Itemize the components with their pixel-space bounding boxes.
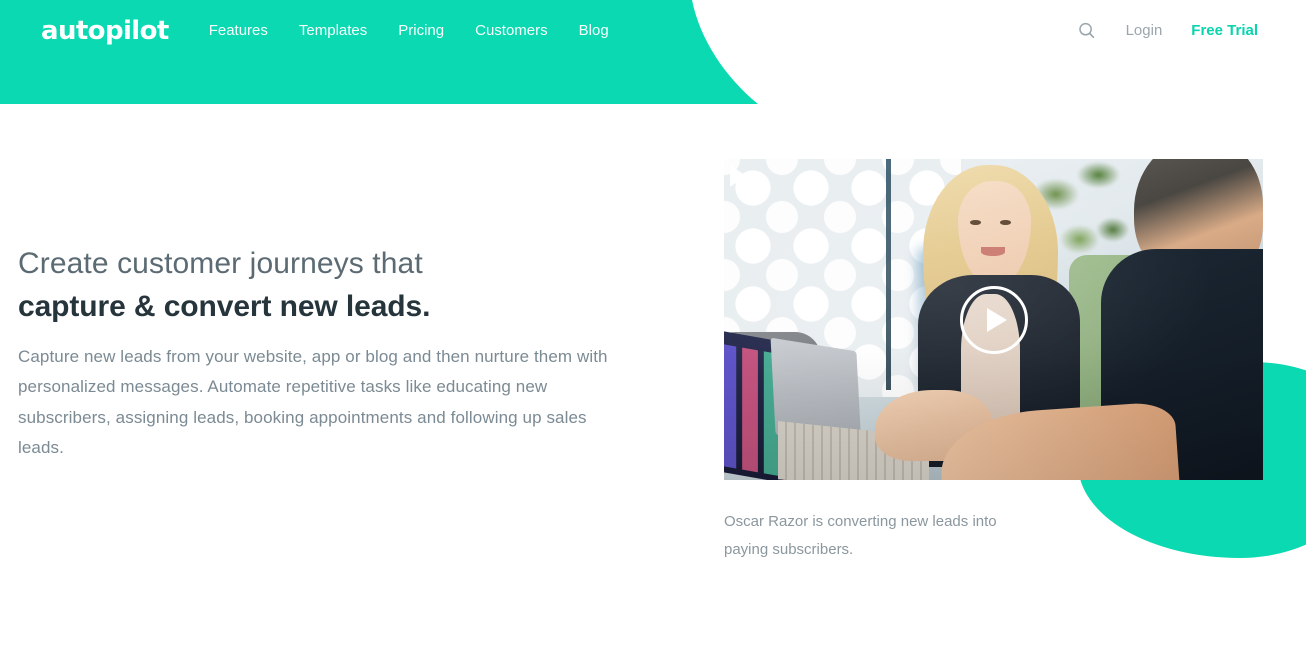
hero-video: [724, 159, 1263, 480]
hero-headline-line-1: Create customer journeys that: [18, 247, 423, 280]
nav-link-customers[interactable]: Customers: [475, 23, 548, 38]
nav-link-pricing[interactable]: Pricing: [398, 23, 444, 38]
primary-nav: Features Templates Pricing Customers Blo…: [209, 23, 609, 38]
video-thumbnail[interactable]: [724, 159, 1263, 480]
login-link[interactable]: Login: [1126, 23, 1163, 38]
header-actions: Login Free Trial: [1077, 21, 1258, 41]
play-icon: [986, 307, 1007, 332]
play-button[interactable]: [959, 285, 1028, 354]
landing-page: autopilot Features Templates Pricing Cus…: [0, 0, 1306, 654]
nav-link-blog[interactable]: Blog: [579, 23, 609, 38]
corner-play-icon: [730, 165, 746, 187]
video-caption: Oscar Razor is converting new leads into…: [724, 513, 997, 558]
hero-text-column: Create customer journeys that capture & …: [18, 243, 638, 463]
search-icon[interactable]: [1077, 21, 1097, 41]
logo[interactable]: autopilot: [41, 18, 169, 44]
free-trial-link[interactable]: Free Trial: [1191, 23, 1258, 38]
nav-link-features[interactable]: Features: [209, 23, 268, 38]
nav-link-templates[interactable]: Templates: [299, 23, 367, 38]
hero-body-text: Capture new leads from your website, app…: [18, 347, 608, 457]
hero-headline-line-2: capture & convert new leads.: [18, 289, 431, 323]
